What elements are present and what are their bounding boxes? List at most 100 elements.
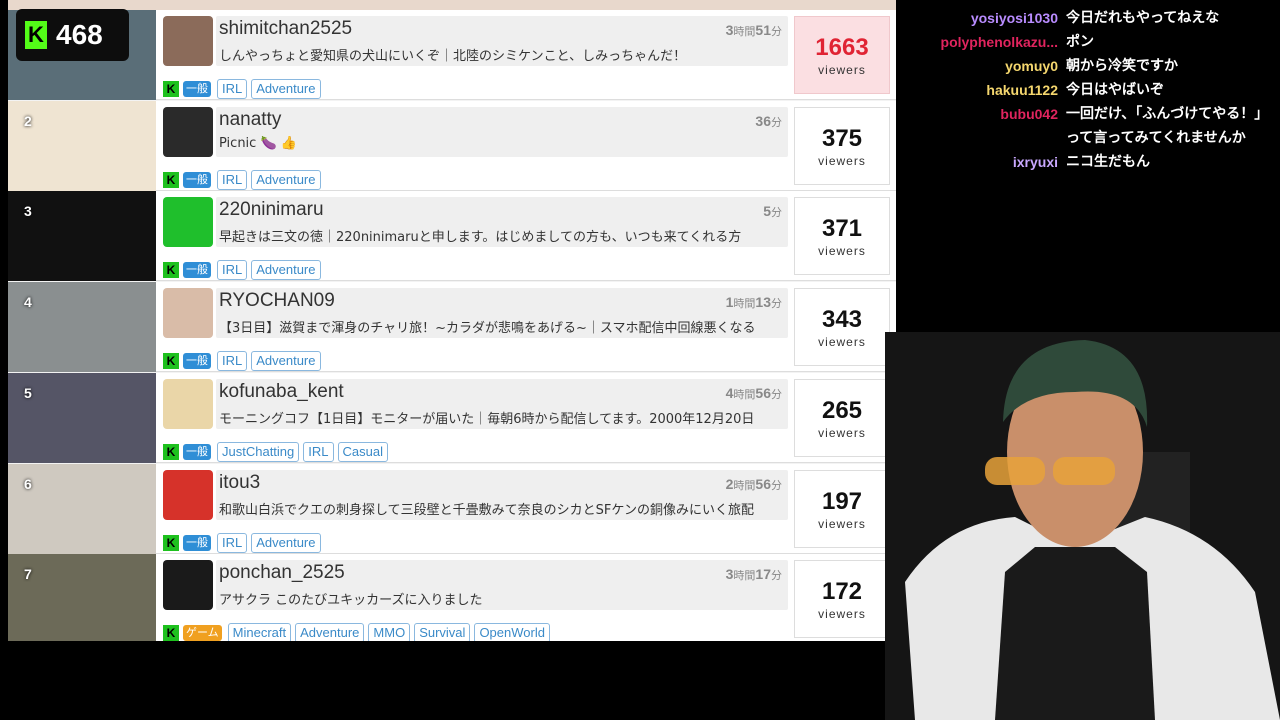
stream-info: 220ninimaru 5分 早起きは三文の徳｜220ninimaruと申します… [216,197,788,248]
viewer-count-box: 375 viewers [794,106,890,185]
streamer-avatar[interactable] [163,16,213,66]
rank-number: 4 [24,294,32,311]
chat-message: polyphenolkazu... ポン [904,30,1280,54]
viewer-count: 371 [821,215,863,243]
hours-label: 時間 [733,479,756,492]
category-badge: 一般 [183,81,211,97]
rank-number: 6 [24,475,32,492]
kick-icon: K [163,625,179,641]
stream-title: しんやっちょと愛知県の犬山にいくぞ｜北陸のシミケンこと、しみっちゃんだ！ [219,49,687,64]
stream-thumbnail[interactable]: 5 [8,372,156,463]
stream-thumbnail[interactable]: 3 [8,191,156,282]
chat-username[interactable]: yosiyosi1030 [904,6,1066,30]
panel-top-bar [8,0,896,10]
tag-link[interactable]: Survival [414,623,471,641]
stream-title: 【3日目】滋賀まで渾身のチャリ旅！~カラダが悲鳴をあげる~｜スマホ配信中回線悪く… [219,321,756,337]
streamer-avatar[interactable] [163,378,213,429]
ranking-row[interactable]: shimitchan2525 3時間51分 しんやっちょと愛知県の犬山にいくぞ｜… [8,10,896,100]
viewer-count-box: 1663 viewers [794,16,890,94]
viewer-count: 197 [821,487,863,515]
webcam-feed [885,332,1280,720]
stream-duration: 4時間56分 [725,384,782,401]
tag-link[interactable]: MMO [368,623,411,641]
webcam-person-image [885,332,1280,720]
rank-number: 3 [24,203,32,220]
chat-username[interactable]: yomuy0 [904,54,1066,78]
tag-link[interactable]: Casual [337,441,388,462]
viewer-count: 1663 [815,34,869,61]
ranking-row[interactable]: 2 nanatty 36分 Picnic 🍆 👍 K 一般 IRL Adventu… [8,100,896,191]
kick-logo-icon: K [25,21,47,49]
tag-link[interactable]: Adventure [295,623,365,641]
stream-title: モーニングコフ【1日目】モニターが届いた｜毎朝6時から配信してます。2000年1… [219,411,755,427]
streamer-name[interactable]: ponchan_2525 [219,562,345,584]
chat-text: ニコ生だもん [1066,154,1150,170]
tag-link[interactable]: Adventure [251,169,321,190]
streamer-avatar[interactable] [163,106,213,157]
streamer-name[interactable]: shimitchan2525 [219,18,352,40]
chat-text: ポン [1066,34,1094,50]
streamer-avatar[interactable] [163,197,213,248]
rank-number: 2 [24,112,32,129]
hours-label: 時間 [733,570,756,583]
category-badge: 一般 [183,443,211,460]
ranking-row[interactable]: 3 220ninimaru 5分 早起きは三文の徳｜220ninimaruと申し… [8,191,896,282]
tag-link[interactable]: IRL [217,79,248,99]
tag-link[interactable]: IRL [303,441,334,462]
streamer-avatar[interactable] [163,469,213,520]
chat-username[interactable]: hakuu1122 [904,78,1066,102]
category-badge: 一般 [183,353,211,370]
stream-info: kofunaba_kent 4時間56分 モーニングコフ【1日目】モニターが届い… [216,378,788,429]
streamer-name[interactable]: kofunaba_kent [219,381,344,403]
streamer-avatar[interactable] [163,288,213,339]
chat-username[interactable]: polyphenolkazu... [904,30,1066,54]
kick-icon: K [163,81,179,97]
kick-icon: K [163,534,179,551]
viewer-counter-value: 468 [56,19,103,50]
viewers-label: viewers [818,153,866,168]
ranking-row[interactable]: 6 itou3 2時間56分 和歌山白浜でクエの刺身探して三段壁と千畳敷みて奈良… [8,463,896,554]
ranking-row[interactable]: 4 RYOCHAN09 1時間13分 【3日目】滋賀まで渾身のチャリ旅！~カラダ… [8,282,896,373]
streamer-avatar[interactable] [163,560,213,611]
tag-link[interactable]: JustChatting [217,441,300,462]
streamer-name[interactable]: nanatty [219,109,281,131]
streamer-name[interactable]: 220ninimaru [219,199,324,221]
stream-thumbnail[interactable]: 6 [8,463,156,554]
stream-thumbnail[interactable]: 4 [8,282,156,373]
chat-text: 一回だけ、「ふんづけてやる！」って言ってみてくれませんか [1066,106,1269,146]
tag-link[interactable]: Adventure [251,260,321,281]
stream-duration: 36分 [755,112,782,129]
tag-link[interactable]: IRL [217,351,248,372]
stream-title: 和歌山白浜でクエの刺身探して三段壁と千畳敷みて奈良のシカとSFケンの銅像みにいく… [219,502,754,518]
tag-link[interactable]: Adventure [251,532,321,553]
category-badge: 一般 [183,171,211,188]
chat-username[interactable]: bubu042 [904,102,1066,150]
ranking-row[interactable]: 5 kofunaba_kent 4時間56分 モーニングコフ【1日目】モニターが… [8,372,896,463]
tag-link[interactable]: Adventure [251,79,321,99]
category-badge: 一般 [183,534,211,551]
viewers-label: viewers [818,63,866,77]
kick-icon: K [163,171,179,188]
tag-link[interactable]: IRL [217,169,248,190]
tag-link[interactable]: IRL [217,260,248,281]
tag-link[interactable]: Adventure [251,351,321,372]
chat-text: 今日だれもやってねえな [1066,10,1220,26]
chat-username[interactable]: ixryuxi [904,150,1066,174]
tag-link[interactable]: OpenWorld [474,623,550,641]
stream-thumbnail[interactable]: 7 [8,554,156,641]
viewer-count: 375 [821,124,863,152]
streamer-name[interactable]: RYOCHAN09 [219,290,335,312]
stream-title: Picnic 🍆 👍 [219,135,297,151]
kick-icon: K [163,443,179,460]
stream-screen: shimitchan2525 3時間51分 しんやっちょと愛知県の犬山にいくぞ｜… [0,0,1280,720]
stream-thumbnail[interactable]: 2 [8,100,156,191]
stream-info: shimitchan2525 3時間51分 しんやっちょと愛知県の犬山にいくぞ｜… [216,16,788,66]
tag-list: K 一般 IRL Adventure [163,78,321,100]
tag-link[interactable]: IRL [217,532,248,553]
tag-link[interactable]: Minecraft [227,623,292,641]
chat-overlay: yosiyosi1030 今日だれもやってねえな polyphenolkazu...… [904,6,1280,174]
tag-list: K 一般 IRL Adventure [163,532,321,554]
ranking-row[interactable]: 7 ponchan_2525 3時間17分 アサクラ このたびユキッカーズに入り… [8,554,896,641]
streamer-name[interactable]: itou3 [219,472,260,494]
kick-icon: K [163,353,179,370]
